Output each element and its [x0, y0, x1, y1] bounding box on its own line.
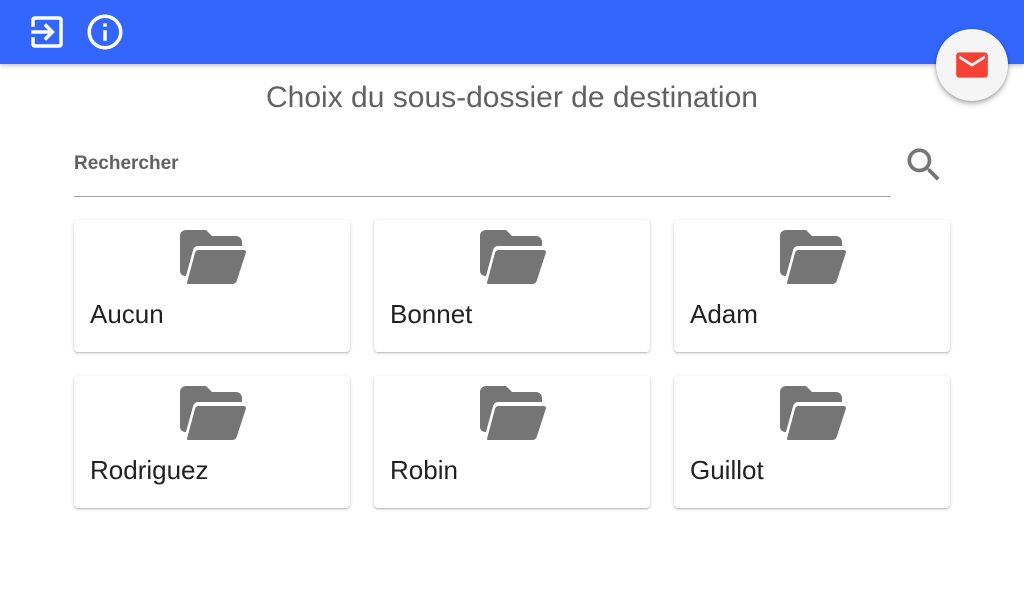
- folder-label: Bonnet: [390, 299, 473, 329]
- info-icon: [87, 14, 123, 50]
- email-icon: [956, 52, 988, 78]
- folder-grid: Aucun Bonnet Adam Rodriguez Robin Guillo…: [74, 220, 950, 508]
- folder-card-guillot[interactable]: Guillot: [674, 376, 950, 508]
- app-bar: [0, 0, 1024, 64]
- folder-card-robin[interactable]: Robin: [374, 376, 650, 508]
- search-button[interactable]: [902, 143, 946, 187]
- folder-card-aucun[interactable]: Aucun: [74, 220, 350, 352]
- folder-card-rodriguez[interactable]: Rodriguez: [74, 376, 350, 508]
- folder-open-icon: [780, 386, 846, 440]
- folder-label: Adam: [690, 299, 758, 329]
- logout-button[interactable]: [26, 11, 68, 53]
- folder-card-adam[interactable]: Adam: [674, 220, 950, 352]
- folder-label: Aucun: [90, 299, 164, 329]
- folder-label: Robin: [390, 455, 458, 485]
- search-input[interactable]: [74, 148, 874, 180]
- folder-open-icon: [480, 230, 546, 284]
- search-icon: [907, 148, 940, 181]
- search-field: [74, 140, 891, 197]
- folder-open-icon: [480, 386, 546, 440]
- folder-open-icon: [780, 230, 846, 284]
- folder-label: Guillot: [690, 455, 764, 485]
- info-button[interactable]: [84, 11, 126, 53]
- page-title: Choix du sous-dossier de destination: [266, 81, 758, 114]
- folder-card-bonnet[interactable]: Bonnet: [374, 220, 650, 352]
- folder-label: Rodriguez: [90, 455, 209, 485]
- folder-open-icon: [180, 386, 246, 440]
- exit-to-app-icon: [31, 16, 63, 48]
- mail-fab-button[interactable]: [936, 29, 1008, 101]
- folder-open-icon: [180, 230, 246, 284]
